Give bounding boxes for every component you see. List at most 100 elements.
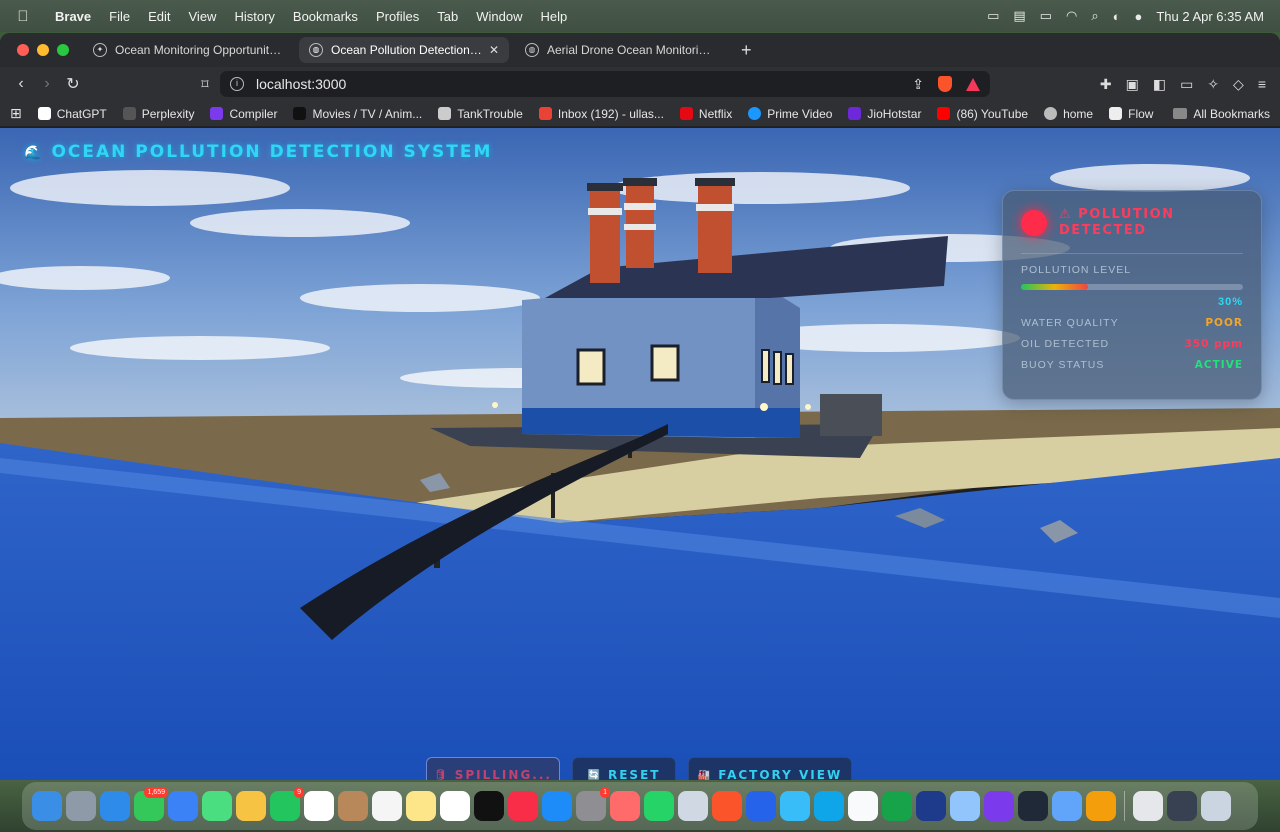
menu-app-brave[interactable]: Brave <box>46 9 100 24</box>
bookmark-page-icon[interactable]: ⌑ <box>190 76 220 93</box>
site-info-icon[interactable]: i <box>230 77 244 91</box>
dock-music-icon[interactable] <box>508 791 538 821</box>
dock-brave-icon[interactable] <box>712 791 742 821</box>
dock-iphone-mirroring-icon[interactable] <box>610 791 640 821</box>
reader-mode-icon[interactable]: ▣ <box>1126 76 1139 93</box>
control-center-icon[interactable]: ◐ <box>1113 9 1121 24</box>
url-text[interactable]: localhost:3000 <box>256 76 346 92</box>
bookmark-prime-video[interactable]: Prime Video <box>748 107 832 121</box>
menu-profiles[interactable]: Profiles <box>367 9 428 24</box>
buoy-light[interactable] <box>760 403 768 411</box>
reset-button[interactable]: 🔄 RESET <box>572 757 676 780</box>
screen-mirroring-icon[interactable]: ▭ <box>987 8 999 24</box>
extensions-icon[interactable]: ✚ <box>1100 76 1112 93</box>
bookmark-chatgpt[interactable]: ChatGPT <box>37 107 107 121</box>
siri-icon[interactable]: ● <box>1134 9 1142 24</box>
new-tab-button[interactable]: + <box>731 40 762 61</box>
dock-preview-icon[interactable] <box>950 791 980 821</box>
dock-passwords-icon[interactable] <box>1052 791 1082 821</box>
wifi-icon[interactable]: ◠ <box>1066 8 1077 24</box>
bookmark-compiler[interactable]: Compiler <box>210 107 277 121</box>
dock-finder-icon[interactable] <box>32 791 62 821</box>
minimize-window-button[interactable] <box>37 44 49 56</box>
dock-mail-icon[interactable] <box>168 791 198 821</box>
dock-app-store-icon[interactable] <box>542 791 572 821</box>
dock-chrome-icon[interactable] <box>1086 791 1116 821</box>
bookmark-gmail[interactable]: Inbox (192) - ullas... <box>538 107 664 121</box>
dock-calendar-icon[interactable] <box>304 791 334 821</box>
dock-screenshots-icon[interactable] <box>1167 791 1197 821</box>
spotlight-search-icon[interactable]: ⌕ <box>1091 8 1098 24</box>
all-bookmarks-button[interactable]: All Bookmarks <box>1173 107 1270 121</box>
menu-bookmarks[interactable]: Bookmarks <box>284 9 367 24</box>
menu-view[interactable]: View <box>180 9 226 24</box>
dock-xcode-instruments-icon[interactable] <box>916 791 946 821</box>
dock-maps-icon[interactable] <box>202 791 232 821</box>
dock-whatsapp-icon[interactable] <box>644 791 674 821</box>
sidebar-icon[interactable]: ◧ <box>1153 76 1166 93</box>
menu-window[interactable]: Window <box>467 9 531 24</box>
dock-launchpad-icon[interactable] <box>66 791 96 821</box>
dock-copilot-icon[interactable] <box>746 791 776 821</box>
tab-ocean-monitoring[interactable]: ✦ Ocean Monitoring Opportunities <box>83 37 293 63</box>
reload-button[interactable]: ↻ <box>60 74 86 94</box>
simulation-viewport[interactable]: 🌊 OCEAN POLLUTION DETECTION SYSTEM ⚠ POLL… <box>0 128 1280 780</box>
brave-rewards-icon[interactable] <box>966 77 980 91</box>
dock-textedit-icon[interactable] <box>848 791 878 821</box>
dock-trash-icon[interactable] <box>1201 791 1231 821</box>
dock-excel-icon[interactable] <box>882 791 912 821</box>
dock-contacts-icon[interactable] <box>338 791 368 821</box>
menu-help[interactable]: Help <box>532 9 577 24</box>
dock-vscode-icon[interactable] <box>814 791 844 821</box>
dock-butterfly-icon[interactable] <box>780 791 810 821</box>
menu-history[interactable]: History <box>225 9 283 24</box>
menu-icon[interactable]: ≡ <box>1258 76 1266 93</box>
close-tab-icon[interactable]: ✕ <box>489 43 499 57</box>
bookmark-perplexity[interactable]: Perplexity <box>122 107 194 121</box>
address-bar[interactable]: i localhost:3000 ⇪ <box>220 71 990 97</box>
spill-button[interactable]: 🛢 SPILLING... <box>426 757 560 780</box>
dock-safari-icon[interactable] <box>100 791 130 821</box>
bookmark-movies[interactable]: Movies / TV / Anim... <box>293 107 422 121</box>
bookmark-netflix[interactable]: Netflix <box>679 107 732 121</box>
dock-notes-icon[interactable] <box>406 791 436 821</box>
display-icon[interactable]: ▤ <box>1013 8 1025 24</box>
dock-tv-icon[interactable] <box>474 791 504 821</box>
dock-system-settings-icon[interactable]: 1 <box>576 787 610 821</box>
apple-icon[interactable]:  <box>0 8 46 25</box>
bookmark-home[interactable]: home <box>1044 107 1093 121</box>
tab-ocean-pollution-sim[interactable]: ◍ Ocean Pollution Detection Sim ✕ <box>299 37 509 63</box>
dock-arc-icon[interactable] <box>984 791 1014 821</box>
menu-edit[interactable]: Edit <box>139 9 179 24</box>
brave-shields-icon[interactable] <box>938 76 952 92</box>
dock-facetime-icon[interactable]: 9 <box>270 787 304 821</box>
bookmark-flow[interactable]: Flow <box>1109 107 1153 121</box>
menu-tab[interactable]: Tab <box>428 9 467 24</box>
bookmark-youtube[interactable]: (86) YouTube <box>937 107 1028 121</box>
dock-messages-icon[interactable]: 1,659 <box>134 787 168 821</box>
share-icon[interactable]: ⇪ <box>912 76 924 93</box>
menu-file[interactable]: File <box>100 9 139 24</box>
dock-freeform-icon[interactable] <box>440 791 470 821</box>
wallet-icon[interactable]: ▭ <box>1180 76 1193 93</box>
menu-clock[interactable]: Thu 2 Apr 6:35 AM <box>1156 9 1264 24</box>
vpn-icon[interactable]: ◇ <box>1233 76 1244 93</box>
dock-photos-icon[interactable] <box>236 791 266 821</box>
battery-icon[interactable]: ▭ <box>1040 8 1052 24</box>
buoy-light[interactable] <box>805 404 811 410</box>
dock-reminders-icon[interactable] <box>372 791 402 821</box>
dock-terminal-icon[interactable] <box>1018 791 1048 821</box>
bookmark-jiohotstar[interactable]: JioHotstar <box>848 107 921 121</box>
tab-aerial-drone[interactable]: ◍ Aerial Drone Ocean Monitoring | U/ <box>515 37 725 63</box>
apps-grid-icon[interactable]: ⊞ <box>10 105 22 122</box>
back-button[interactable]: ‹ <box>8 75 34 93</box>
dock-document-icon[interactable] <box>1133 791 1163 821</box>
maximize-window-button[interactable] <box>57 44 69 56</box>
buoy-light[interactable] <box>492 402 498 408</box>
leo-ai-icon[interactable]: ✧ <box>1207 76 1219 93</box>
dock-quicktime-icon[interactable] <box>678 791 708 821</box>
bookmark-tanktrouble[interactable]: TankTrouble <box>438 107 523 121</box>
factory-view-button[interactable]: 🏭 FACTORY VIEW <box>688 757 852 780</box>
close-window-button[interactable] <box>17 44 29 56</box>
forward-button[interactable]: › <box>34 75 60 93</box>
